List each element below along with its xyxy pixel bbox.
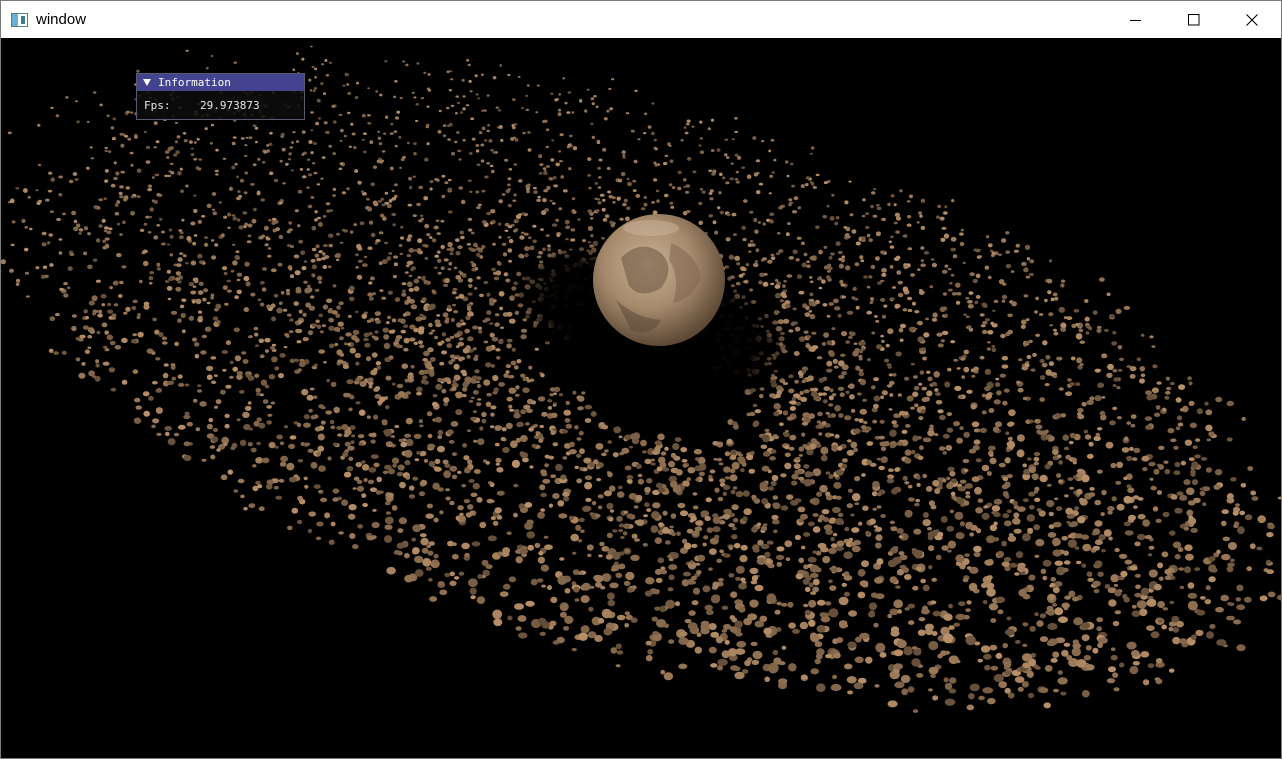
information-panel-header[interactable]: Information xyxy=(137,74,304,91)
minimize-icon xyxy=(1130,19,1141,21)
information-panel[interactable]: Information Fps: 29.973873 xyxy=(136,73,305,120)
close-icon xyxy=(1246,13,1258,26)
app-window: window Information Fps: 29.973873 xyxy=(0,0,1282,759)
maximize-button[interactable] xyxy=(1165,1,1223,38)
app-icon xyxy=(11,12,28,27)
render-viewport[interactable]: Information Fps: 29.973873 xyxy=(1,38,1281,758)
maximize-icon xyxy=(1188,13,1200,25)
fps-value: 29.973873 xyxy=(200,99,260,112)
title-bar[interactable]: window xyxy=(1,1,1281,38)
fps-row: Fps: 29.973873 xyxy=(137,91,304,112)
fps-label: Fps: xyxy=(144,99,171,112)
asteroid-field-scene xyxy=(1,45,1281,713)
window-controls xyxy=(1107,1,1281,38)
asteroid-ring xyxy=(1,45,1281,713)
information-panel-title: Information xyxy=(158,76,231,89)
minimize-button[interactable] xyxy=(1107,1,1165,38)
mars-planet xyxy=(593,214,725,346)
window-title: window xyxy=(36,11,87,28)
close-button[interactable] xyxy=(1223,1,1281,38)
collapse-arrow-icon[interactable] xyxy=(143,79,151,86)
